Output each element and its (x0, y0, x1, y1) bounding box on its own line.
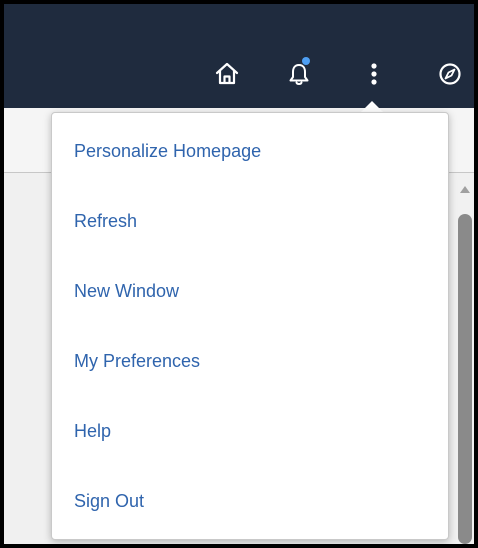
menu-item-new-window[interactable]: New Window (52, 263, 448, 319)
menu-item-help[interactable]: Help (52, 403, 448, 459)
header-bar (4, 4, 474, 108)
scroll-thumb[interactable] (458, 214, 472, 544)
notifications-icon[interactable] (281, 56, 317, 92)
notification-badge (302, 57, 310, 65)
actions-menu-popup: Personalize Homepage Refresh New Window … (51, 112, 449, 540)
menu-item-personalize-homepage[interactable]: Personalize Homepage (52, 123, 448, 179)
home-icon[interactable] (209, 56, 245, 92)
menu-item-my-preferences[interactable]: My Preferences (52, 333, 448, 389)
app-window: Personalize Homepage Refresh New Window … (4, 4, 474, 544)
menu-item-sign-out[interactable]: Sign Out (52, 473, 448, 529)
vertical-scrollbar[interactable] (456, 180, 474, 544)
navbar-icon[interactable] (432, 56, 468, 92)
scroll-up-arrow-icon[interactable] (460, 186, 470, 193)
actions-menu-icon[interactable] (356, 56, 392, 92)
menu-item-refresh[interactable]: Refresh (52, 193, 448, 249)
menu-pointer (361, 101, 383, 112)
